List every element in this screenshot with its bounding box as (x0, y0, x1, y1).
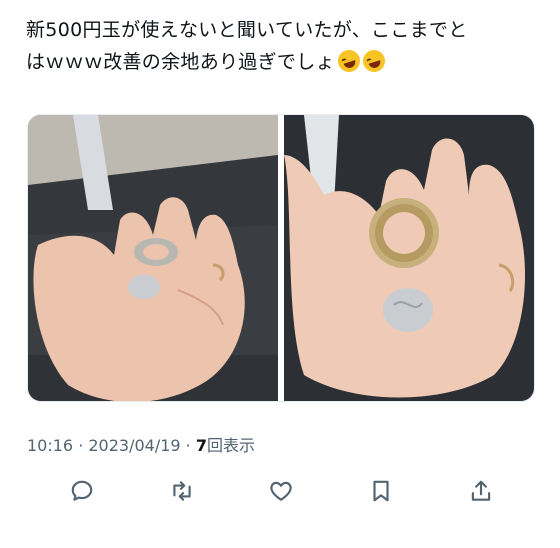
tweet-meta: 10:16 · 2023/04/19 · 7回表示 (27, 432, 255, 456)
tweet-text-line-1: 新500円玉が使えないと聞いていたが、ここまでと (26, 19, 468, 41)
like-button[interactable] (266, 476, 296, 506)
views-label: 回表示 (207, 436, 256, 455)
bookmark-button[interactable] (366, 476, 396, 506)
photo-right[interactable] (284, 115, 534, 401)
laughing-emoji-icon (359, 47, 388, 75)
like-icon (270, 481, 292, 501)
tweet-text-line-2-wrap: はｗｗｗ改善の余地あり過ぎでしょ (26, 46, 538, 78)
action-bar (0, 472, 560, 508)
share-button[interactable] (466, 476, 496, 506)
tweet-date[interactable]: 2023/04/19 (88, 436, 180, 455)
bookmark-icon (373, 480, 389, 502)
photo-left[interactable] (28, 115, 278, 401)
tweet-media[interactable] (27, 114, 535, 402)
reply-button[interactable] (67, 476, 97, 506)
laughing-emoji-icon (334, 47, 363, 75)
share-icon (471, 480, 491, 501)
tweet-text: 新500円玉が使えないと聞いていたが、ここまでと はｗｗｗ改善の余地あり過ぎでし… (26, 14, 538, 78)
meta-separator: · (73, 436, 89, 455)
retweet-button[interactable] (167, 476, 197, 506)
reply-icon (71, 480, 93, 501)
tweet-time[interactable]: 10:16 (27, 436, 73, 455)
views-count: 7 (195, 436, 207, 455)
meta-separator: · (180, 436, 196, 455)
retweet-icon (173, 481, 191, 501)
tweet-text-line-2: はｗｗｗ改善の余地あり過ぎでしょ (26, 51, 335, 73)
